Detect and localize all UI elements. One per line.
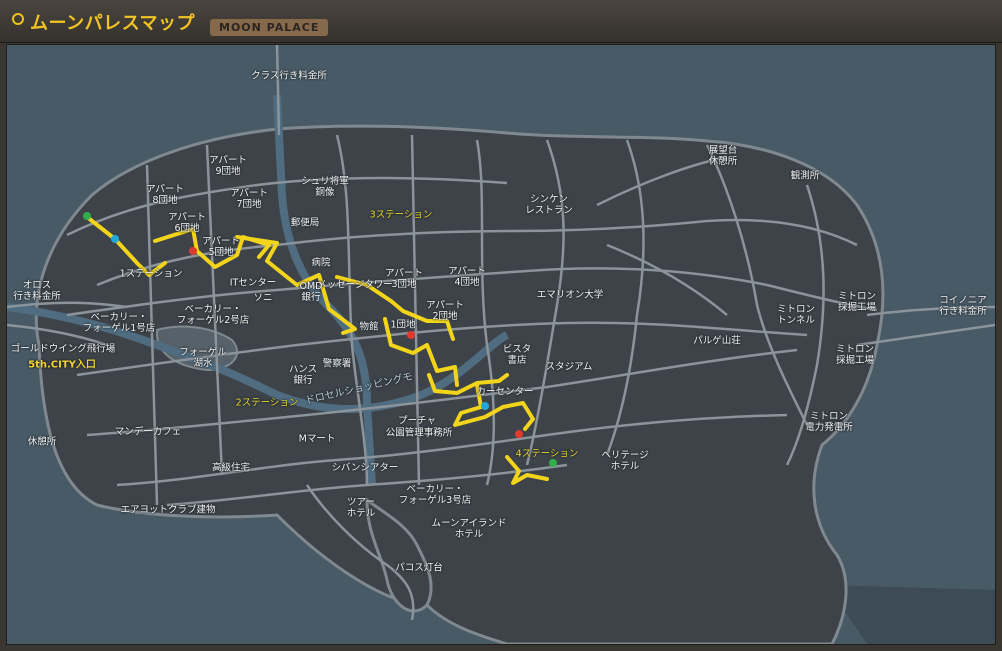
label-bakery3: ベーカリー・ フォーゲル3号店 [398, 484, 472, 506]
label-luxury-housing: 高級住宅 [211, 462, 251, 474]
label-pacos-lighthouse: パコス灯台 [395, 562, 443, 574]
label-rest-area: 休憩所 [27, 436, 57, 448]
label-apart8: アパート 8団地 [146, 184, 184, 206]
label-moon-island-hotel: ムーンアイランド ホテル [431, 518, 507, 540]
label-apart6: アパート 6団地 [168, 212, 206, 234]
marker-blue-station1 [111, 235, 119, 243]
map-title: ムーンパレスマップ [30, 13, 196, 34]
circle-bullet-icon [12, 13, 24, 25]
label-shinken: シンケン レストラン [525, 194, 573, 216]
label-hospital: 病院 [311, 257, 331, 269]
label-post-office: 郵便局 [290, 217, 320, 229]
label-air-yacht: エアヨットクラブ建物 [120, 504, 216, 516]
label-station1: 1ステーション [119, 268, 183, 280]
marker-green-west [83, 212, 91, 220]
label-apart9: アパート 9団地 [209, 155, 247, 177]
label-m-mart: Mマート [298, 433, 336, 445]
map-subtitle-badge: MOON PALACE [210, 19, 329, 36]
label-observatory: 展望台 休憩所 [708, 145, 738, 167]
city-map[interactable]: クラス行き料金所 展望台 休憩所 観測所 アパート 9団地 アパート 8団地 ア… [6, 44, 996, 645]
label-vistas: ビスタ 書店 [502, 344, 532, 366]
label-museum: 物館 [359, 321, 379, 333]
label-sony: ソニ [253, 292, 273, 304]
label-park-office: 公園管理事務所 [385, 427, 453, 439]
label-oros-toll: オロス 行き料金所 [13, 280, 61, 302]
sea-gradient [827, 585, 995, 644]
label-tsuaa-hotel: ツアー ホテル [346, 497, 376, 519]
marker-red-apart1 [407, 331, 415, 339]
label-bakery2: ベーカリー・ フォーゲル2号店 [176, 304, 250, 326]
label-monday-cafe: マンデーカフェ [114, 426, 182, 438]
label-pargue: パルゲ山荘 [693, 335, 741, 347]
label-car-center: カーセンター [476, 386, 534, 398]
label-crass-toll: クラス行き料金所 [251, 70, 327, 82]
marker-blue-carcenter [481, 402, 489, 410]
map-window: ムーンパレスマップ MOON PALACE クラス行き料金所 展望台 休憩所 観… [0, 0, 1002, 651]
label-police: 警察署 [322, 358, 352, 370]
label-message-tower: メッセージタワー [317, 279, 393, 291]
label-mitoron-mine2: ミトロン 採掘工場 [835, 344, 875, 366]
label-apart5: アパート 5団地 [202, 236, 240, 258]
label-city-entrance[interactable]: 5th.CITY入口 [28, 360, 96, 371]
label-apart2: アパート 2団地 [426, 300, 464, 322]
label-station3: 3ステーション [369, 209, 433, 221]
label-mitoron-power: ミトロン 電力発電所 [805, 411, 853, 433]
label-apart4: アパート 4団地 [448, 266, 486, 288]
label-apart1: 1団地 [390, 319, 416, 331]
label-shivan-theater: シバンシアター [331, 462, 399, 474]
label-hans-bank: ハンス 銀行 [288, 364, 318, 386]
title-bar: ムーンパレスマップ MOON PALACE [0, 0, 1002, 43]
label-stadium: スタジアム [545, 361, 593, 373]
label-apart7: アパート 7団地 [230, 188, 268, 210]
marker-red-apart5 [189, 247, 197, 255]
label-foguel-lake: フォーゲル 湖水 [179, 347, 227, 369]
label-omd-bank: OMD 銀行 [299, 281, 323, 303]
label-mitoron-mine: ミトロン 採掘工場 [837, 291, 877, 313]
label-heritage-hotel: ヘリテージ ホテル [601, 450, 649, 472]
label-mitoron-tunnel: ミトロン トンネル [776, 304, 816, 326]
label-bogeton: プーチャ [398, 415, 436, 427]
label-shuri-statue: シュリ将軍 銅像 [301, 176, 349, 198]
marker-green-station4 [549, 459, 557, 467]
marker-red-station4 [515, 430, 523, 438]
label-emarion-univ: エマリオン大学 [536, 289, 604, 301]
label-station4: 4ステーション [515, 448, 579, 460]
label-it-center: ITセンター [229, 277, 277, 289]
label-bakery1: ベーカリー・ フォーゲル1号店 [82, 312, 156, 334]
label-station2: 2ステーション [235, 397, 299, 409]
label-koinonia-toll: コイノニア 行き料金所 [939, 295, 987, 317]
label-goldwing: ゴールドウイング飛行場 [10, 343, 116, 355]
label-whale-watch: 観測所 [790, 170, 820, 182]
